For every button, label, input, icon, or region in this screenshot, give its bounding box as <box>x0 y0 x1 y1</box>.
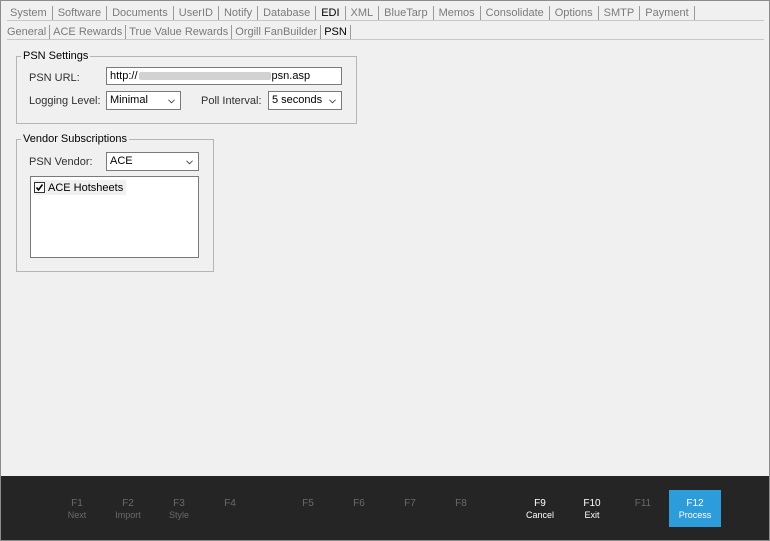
tab-memos[interactable]: Memos <box>434 6 481 20</box>
chevron-down-icon <box>168 99 175 104</box>
ace-hotsheets-checkbox[interactable] <box>34 182 45 193</box>
tab-database[interactable]: Database <box>258 6 317 20</box>
subtab-divider <box>7 39 764 40</box>
f11-key-label: F11 <box>634 498 652 509</box>
f7-button[interactable]: F7 <box>384 490 436 527</box>
f11-button[interactable]: F11 <box>617 490 669 527</box>
f8-key-label: F8 <box>455 498 467 509</box>
vendor-subscription-list[interactable]: ACE Hotsheets <box>30 176 199 258</box>
chevron-down-icon <box>329 99 336 104</box>
logging-level-value: Minimal <box>110 94 148 106</box>
tab-edi[interactable]: EDI <box>316 6 346 20</box>
f9-cancel-button[interactable]: F9 Cancel <box>514 490 566 527</box>
tab-divider <box>7 20 764 21</box>
tab-payment[interactable]: Payment <box>640 6 695 20</box>
psn-vendor-label: PSN Vendor: <box>29 156 93 168</box>
logging-level-select[interactable]: Minimal <box>106 91 181 110</box>
f12-key-label: F12 <box>686 498 704 509</box>
psn-url-input[interactable]: http:// psn.asp <box>106 67 342 85</box>
f4-button[interactable]: F4 <box>204 490 256 527</box>
window-frame: System Software Documents UserID Notify … <box>0 0 770 541</box>
poll-interval-label: Poll Interval: <box>201 95 262 107</box>
psn-url-label: PSN URL: <box>29 72 80 84</box>
tab-notify[interactable]: Notify <box>219 6 259 20</box>
psn-settings-legend: PSN Settings <box>23 50 89 62</box>
f1-next-button[interactable]: F1 Next <box>51 490 103 527</box>
f6-key-label: F6 <box>353 498 365 509</box>
tab-bluetarp[interactable]: BlueTarp <box>379 6 434 20</box>
top-tab-bar: System Software Documents UserID Notify … <box>5 5 695 21</box>
f7-key-label: F7 <box>404 498 416 509</box>
poll-interval-value: 5 seconds <box>272 94 323 106</box>
tab-documents[interactable]: Documents <box>107 6 174 20</box>
f2-key-label: F2 <box>122 498 134 509</box>
tab-smtp[interactable]: SMTP <box>599 6 641 20</box>
f3-key-label: F3 <box>173 498 185 509</box>
tab-userid[interactable]: UserID <box>174 6 219 20</box>
f9-action-label: Cancel <box>525 510 554 520</box>
logging-level-label: Logging Level: <box>29 95 101 107</box>
psn-settings-group: PSN Settings <box>16 50 357 124</box>
f1-action-label: Next <box>67 510 87 520</box>
tab-options[interactable]: Options <box>550 6 599 20</box>
checkmark-icon <box>35 184 44 192</box>
sub-tab-bar: General ACE Rewards True Value Rewards O… <box>5 24 351 40</box>
psn-vendor-value: ACE <box>110 155 133 167</box>
f4-key-label: F4 <box>224 498 236 509</box>
function-key-bar: F1 Next F2 Import F3 Style F4 F5 F6 F7 F… <box>1 476 769 540</box>
f10-key-label: F10 <box>583 498 601 509</box>
f2-action-label: Import <box>115 510 141 520</box>
f9-key-label: F9 <box>534 498 546 509</box>
ace-hotsheets-label: ACE Hotsheets <box>48 181 124 194</box>
f6-button[interactable]: F6 <box>333 490 385 527</box>
poll-interval-select[interactable]: 5 seconds <box>268 91 342 110</box>
f12-action-label: Process <box>678 510 712 520</box>
vendor-subscriptions-legend: Vendor Subscriptions <box>23 133 127 145</box>
f1-key-label: F1 <box>71 498 83 509</box>
tab-software[interactable]: Software <box>53 6 108 20</box>
chevron-down-icon <box>186 160 193 165</box>
psn-vendor-select[interactable]: ACE <box>106 152 199 171</box>
psn-url-prefix: http:// <box>110 70 138 82</box>
subtab-ace-rewards[interactable]: ACE Rewards <box>50 25 127 39</box>
f3-action-label: Style <box>168 510 189 520</box>
redacted-url-segment <box>138 72 271 81</box>
f2-import-button[interactable]: F2 Import <box>102 490 154 527</box>
f8-button[interactable]: F8 <box>435 490 487 527</box>
f5-key-label: F5 <box>302 498 314 509</box>
subtab-orgill-fanbuilder[interactable]: Orgill FanBuilder <box>232 25 322 39</box>
f3-style-button[interactable]: F3 Style <box>153 490 205 527</box>
f12-process-button[interactable]: F12 Process <box>669 490 721 527</box>
f10-action-label: Exit <box>584 510 600 520</box>
tab-xml[interactable]: XML <box>346 6 380 20</box>
subtab-true-value-rewards[interactable]: True Value Rewards <box>126 25 233 39</box>
f5-button[interactable]: F5 <box>282 490 334 527</box>
list-item[interactable]: ACE Hotsheets <box>34 180 127 195</box>
psn-url-suffix: psn.asp <box>271 70 311 82</box>
tab-consolidate[interactable]: Consolidate <box>481 6 550 20</box>
tab-system[interactable]: System <box>5 6 53 20</box>
subtab-general[interactable]: General <box>5 25 51 39</box>
subtab-psn[interactable]: PSN <box>321 25 351 39</box>
f10-exit-button[interactable]: F10 Exit <box>566 490 618 527</box>
